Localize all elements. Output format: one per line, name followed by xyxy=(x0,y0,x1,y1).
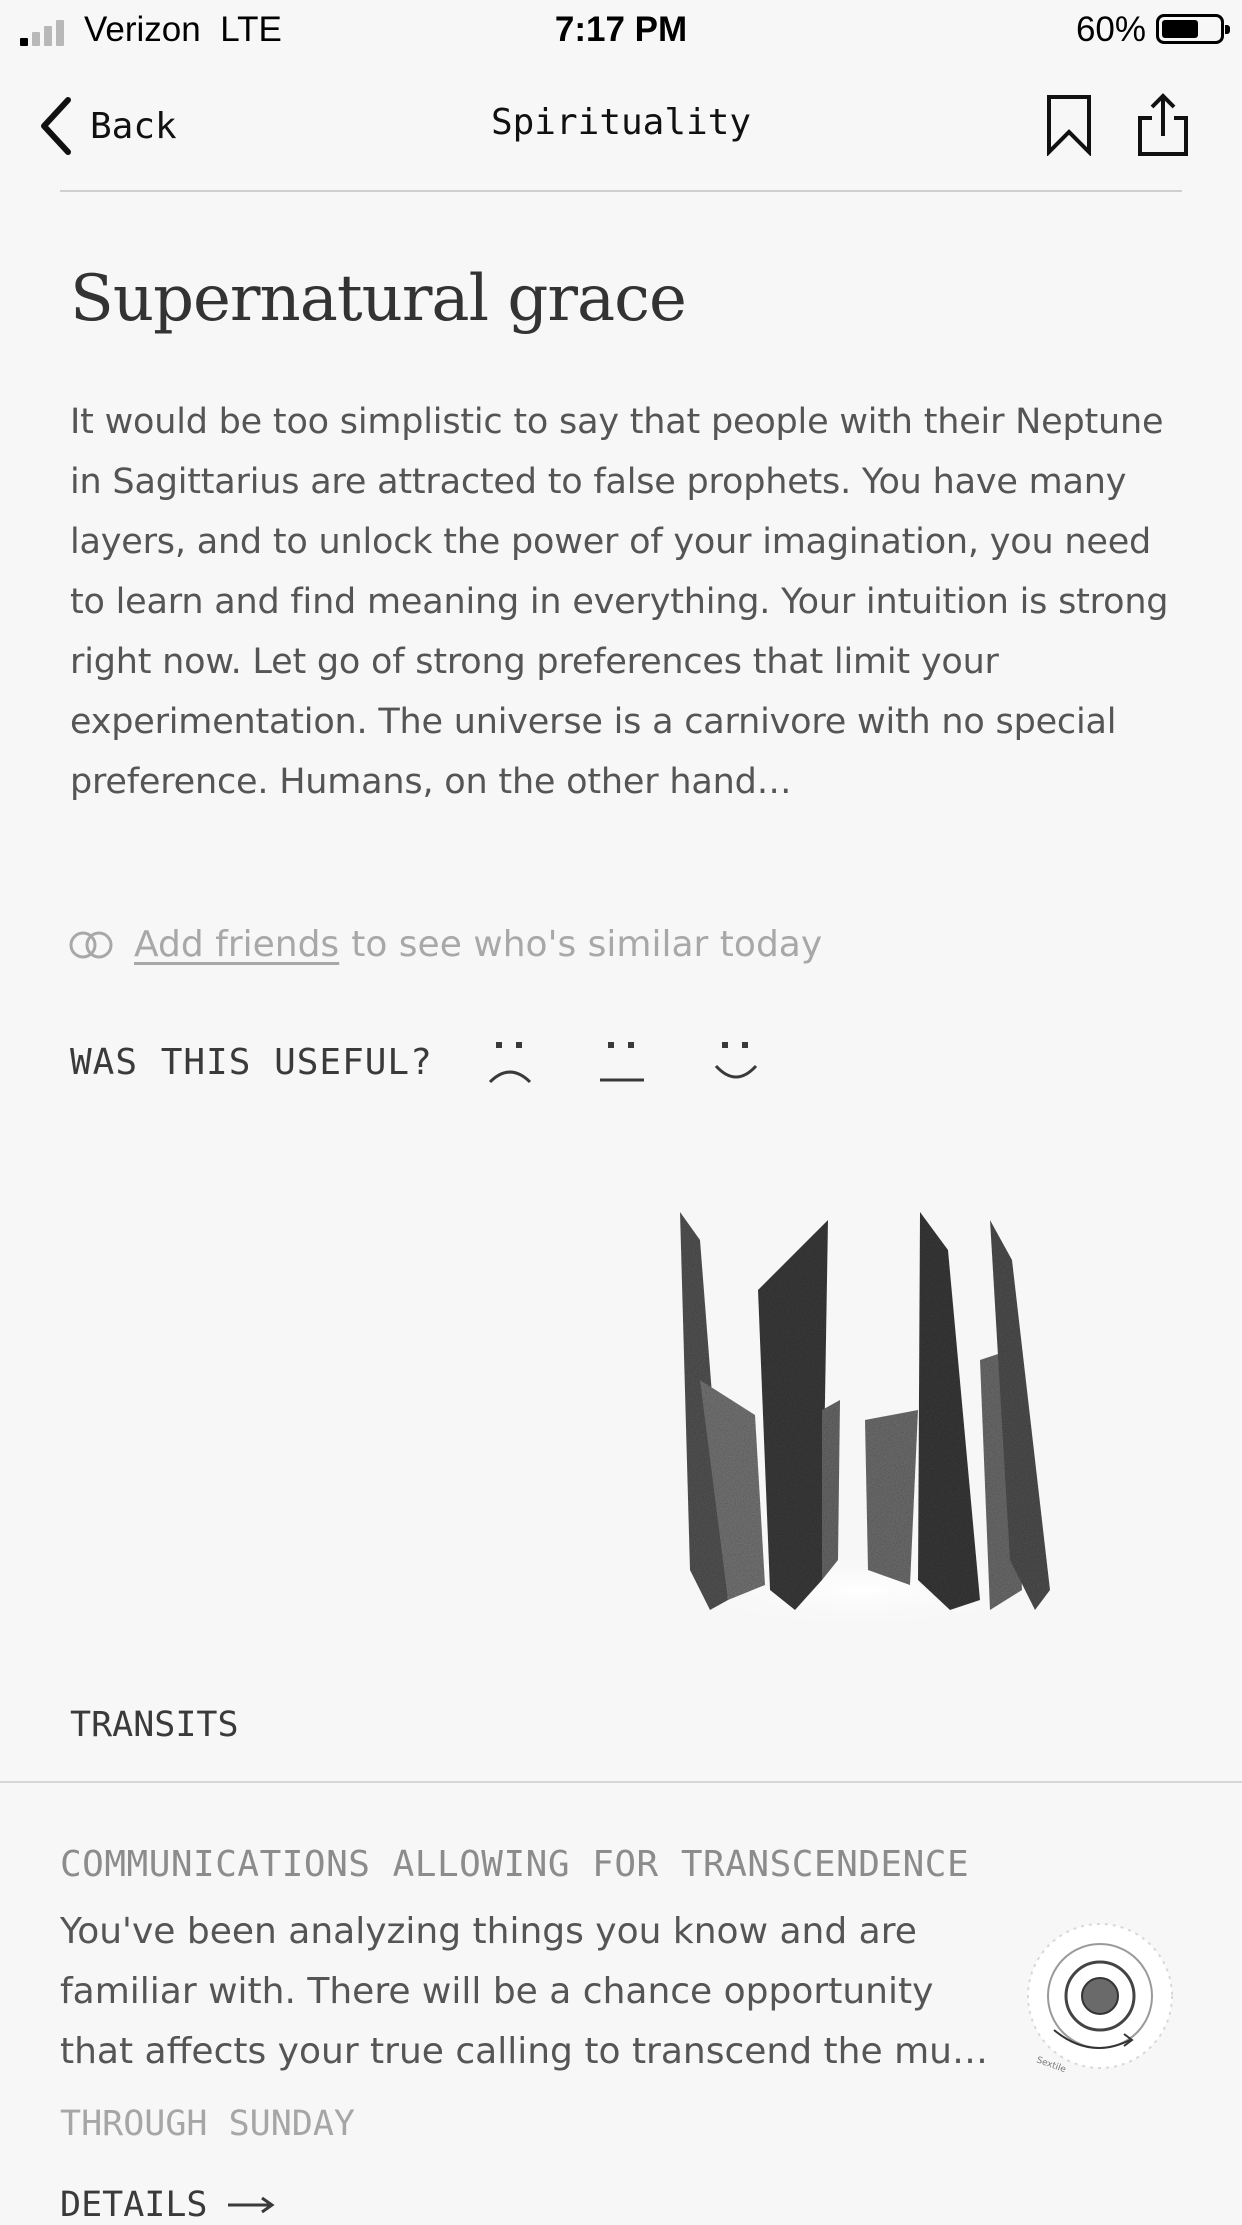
section-divider xyxy=(0,1781,1242,1783)
share-icon xyxy=(1138,93,1188,156)
article-body: It would be too simplistic to say that p… xyxy=(70,402,1169,802)
add-friends-text: to see who's similar today xyxy=(351,924,823,965)
header-divider xyxy=(60,190,1182,192)
overlapping-circles-icon xyxy=(69,931,113,958)
happy-face-button[interactable] xyxy=(712,1040,760,1090)
transit-body: You've been analyzing things you know an… xyxy=(60,1911,988,2072)
monolith-illustration xyxy=(660,1212,1060,1630)
bookmark-icon xyxy=(1047,95,1091,157)
battery-icon xyxy=(1156,14,1230,44)
feedback-question: WAS THIS USEFUL? xyxy=(70,1042,433,1083)
add-friends-link[interactable]: Add friends xyxy=(134,924,339,965)
transit-title: COMMUNICATIONS ALLOWING FOR TRANSCENDENC… xyxy=(60,1844,970,1885)
neutral-face-button[interactable] xyxy=(598,1040,646,1090)
battery-percent: 60% xyxy=(1075,10,1146,49)
sad-face-button[interactable] xyxy=(486,1040,534,1090)
add-friends-row: Add friends to see who's similar today xyxy=(68,924,822,965)
article-title: Supernatural grace xyxy=(70,262,687,336)
arrow-right-icon xyxy=(227,2196,275,2214)
status-bar: Verizon LTE 7:17 PM 60% xyxy=(0,0,1242,62)
details-link[interactable]: DETAILS xyxy=(60,2185,276,2225)
share-button[interactable] xyxy=(1136,92,1190,162)
sad-face-icon xyxy=(488,1042,532,1084)
status-time: 7:17 PM xyxy=(554,10,688,49)
bookmark-button[interactable] xyxy=(1046,94,1092,160)
orbit-diagram-icon: Sextile xyxy=(1027,1923,1173,2075)
svg-text:Sextile: Sextile xyxy=(1035,2055,1068,2075)
transits-section-label: TRANSITS xyxy=(70,1705,239,1745)
details-label: DETAILS xyxy=(60,2185,208,2225)
neutral-face-icon xyxy=(600,1042,644,1082)
transit-date: THROUGH SUNDAY xyxy=(60,2104,356,2144)
happy-face-icon xyxy=(714,1042,758,1079)
